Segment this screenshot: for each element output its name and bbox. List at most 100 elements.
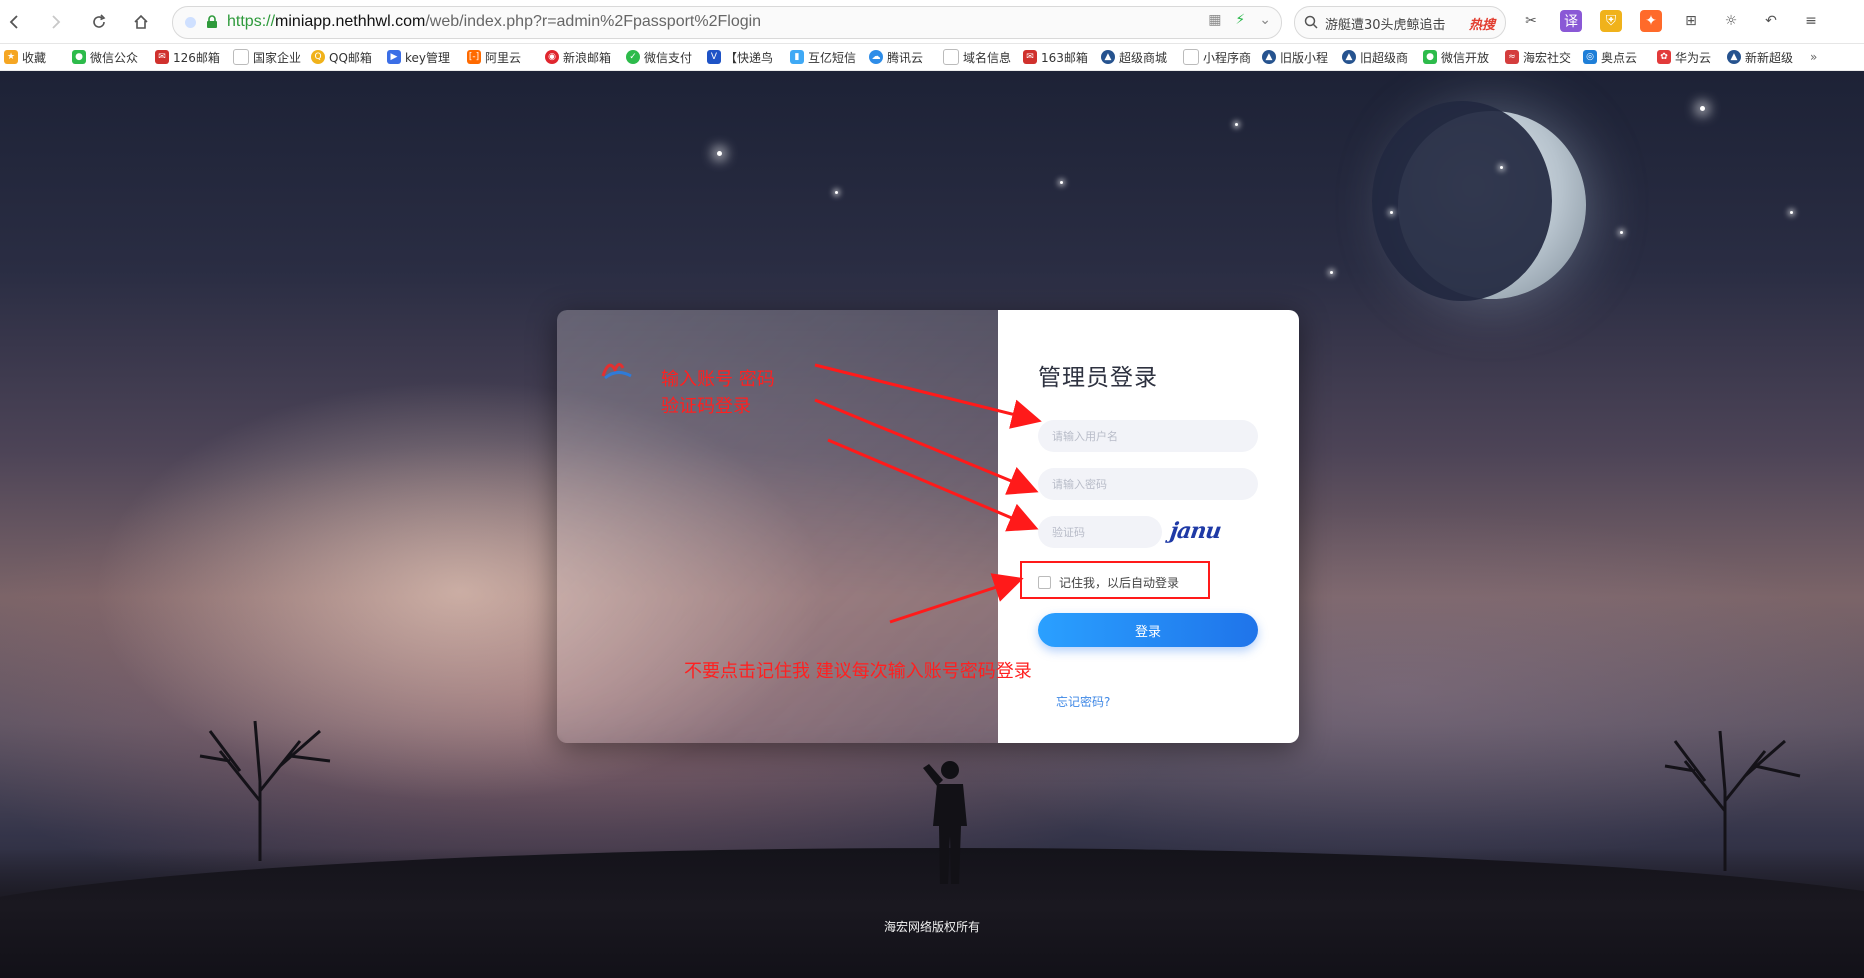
tree-silhouette-right: [1664, 730, 1801, 871]
undo-icon[interactable]: ↶: [1760, 10, 1782, 32]
star-decoration: [835, 191, 838, 194]
lock-icon: [207, 15, 217, 28]
annotation-hint-line1: 输入账号 密码: [661, 369, 775, 390]
bookmark-item[interactable]: ✉ 163邮箱: [1023, 48, 1088, 66]
mail-icon: ✉: [1023, 50, 1037, 64]
shield-icon[interactable]: ⛨: [1600, 10, 1622, 32]
star-decoration: [1330, 271, 1333, 274]
footer-copyright: 海宏网络版权所有: [883, 920, 980, 934]
bookmarks-more-button[interactable]: »: [1810, 48, 1817, 66]
browser-toolbar: https://miniapp.nethhwl.com/web/index.ph…: [0, 0, 1864, 44]
bookmark-item[interactable]: ☁ 腾讯云: [869, 48, 923, 66]
shop-icon: ▲: [1342, 50, 1356, 64]
bookmark-item[interactable]: Q QQ邮箱: [311, 48, 372, 66]
bookmark-item[interactable]: ▶ key管理: [387, 48, 450, 66]
bookmark-item[interactable]: ▲ 新新超级: [1727, 48, 1793, 66]
home-icon[interactable]: [130, 11, 152, 33]
annotation-highlight-box: [1020, 561, 1210, 599]
password-input[interactable]: [1038, 468, 1258, 500]
qq-icon: Q: [311, 50, 325, 64]
login-title: 管理员登录: [1038, 365, 1158, 391]
bookmark-item[interactable]: [-] 阿里云: [467, 48, 521, 66]
page-icon: [1183, 49, 1199, 65]
menu-icon[interactable]: ≡: [1800, 10, 1822, 32]
bookmark-item[interactable]: ● 微信开放: [1423, 48, 1489, 66]
star-decoration: [1790, 211, 1793, 214]
annotation-warning: 不要点击记住我 建议每次输入账号密码登录: [684, 661, 1032, 682]
url-text[interactable]: https://miniapp.nethhwl.com/web/index.ph…: [227, 13, 761, 31]
bookmarks-bar: ★ 收藏 ● 微信公众 ✉ 126邮箱 国家企业 Q QQ邮箱 ▶ key管理 [-] 阿里…: [0, 44, 1864, 71]
bookmark-item[interactable]: ▲ 旧超级商: [1342, 48, 1408, 66]
bookmark-item[interactable]: ▮ 互亿短信: [790, 48, 856, 66]
qr-code-icon[interactable]: ▦: [1208, 12, 1221, 28]
shop-icon: ▲: [1101, 50, 1115, 64]
aliyun-icon: [-]: [467, 50, 481, 64]
person-silhouette: [923, 761, 967, 884]
star-decoration: [717, 151, 722, 156]
bookmark-item[interactable]: ≈ 海宏社交: [1505, 48, 1571, 66]
weibo-icon: ◉: [545, 50, 559, 64]
bookmark-item[interactable]: ◎ 奥点云: [1583, 48, 1637, 66]
bookmark-item[interactable]: ◉ 新浪邮箱: [545, 48, 611, 66]
star-decoration: [1620, 231, 1623, 234]
star-decoration: [1700, 106, 1705, 111]
bookmark-item[interactable]: ● 微信公众: [72, 48, 138, 66]
chevron-down-icon[interactable]: ⌄: [1259, 12, 1271, 28]
back-icon[interactable]: [4, 11, 26, 33]
wechat-icon: ●: [1423, 50, 1437, 64]
moon-shadow: [1372, 101, 1552, 301]
reload-icon[interactable]: [88, 11, 110, 33]
apps-grid-icon[interactable]: ⊞: [1680, 10, 1702, 32]
bookmark-item[interactable]: V 【快递鸟: [707, 48, 773, 66]
bookmark-item[interactable]: ✉ 126邮箱: [155, 48, 220, 66]
username-input[interactable]: [1038, 420, 1258, 452]
bookmark-item[interactable]: ▲ 超级商城: [1101, 48, 1167, 66]
cloud-icon: ◎: [1583, 50, 1597, 64]
huawei-icon: ✿: [1657, 50, 1671, 64]
speed-mode-icon[interactable]: ⚡: [1235, 12, 1245, 28]
translate-icon[interactable]: 译: [1560, 10, 1582, 32]
search-suggestion[interactable]: 游艇遭30头虎鲸追击: [1325, 14, 1447, 33]
captcha-input[interactable]: [1038, 516, 1162, 548]
site-info-icon[interactable]: [185, 17, 196, 28]
game-icon[interactable]: ✦: [1640, 10, 1662, 32]
key-icon: ▶: [387, 50, 401, 64]
forward-icon[interactable]: [44, 11, 66, 33]
star-decoration: [1500, 166, 1503, 169]
login-page-background: 管理员登录 janu 记住我，以后自动登录 登录 忘记密码? 海宏网络版权所有: [0, 71, 1864, 978]
bookmark-item[interactable]: ✓ 微信支付: [626, 48, 692, 66]
scissors-icon[interactable]: ✂: [1520, 10, 1542, 32]
captcha-image[interactable]: janu: [1168, 518, 1222, 548]
star-icon: ★: [4, 50, 18, 64]
bookmark-item[interactable]: ✿ 华为云: [1657, 48, 1711, 66]
hot-search-badge: 热搜: [1468, 18, 1495, 33]
brand-logo-icon: [601, 363, 632, 380]
page-icon: [943, 49, 959, 65]
tree-silhouette-left: [199, 720, 331, 861]
wechat-icon: ●: [72, 50, 86, 64]
page-icon: [233, 49, 249, 65]
annotation-hint-line2: 验证码登录: [661, 396, 751, 417]
bookmark-item[interactable]: ▲ 旧版小程: [1262, 48, 1328, 66]
address-bar[interactable]: https://miniapp.nethhwl.com/web/index.ph…: [172, 6, 1282, 39]
bookmark-item[interactable]: 小程序商: [1183, 48, 1251, 66]
star-decoration: [1390, 211, 1393, 214]
search-box[interactable]: 游艇遭30头虎鲸追击 热搜: [1294, 6, 1506, 39]
brightness-icon[interactable]: ☼: [1720, 10, 1742, 32]
haihong-icon: ≈: [1505, 50, 1519, 64]
forgot-password-link[interactable]: 忘记密码?: [1056, 693, 1110, 710]
mail-icon: ✉: [155, 50, 169, 64]
miniapp-icon: ▲: [1262, 50, 1276, 64]
bookmark-item[interactable]: 国家企业: [233, 48, 301, 66]
login-form: 管理员登录 janu 记住我，以后自动登录 登录 忘记密码?: [998, 310, 1299, 743]
star-decoration: [1235, 123, 1238, 126]
tencent-cloud-icon: ☁: [869, 50, 883, 64]
wechat-pay-icon: ✓: [626, 50, 640, 64]
bookmark-item[interactable]: 域名信息: [943, 48, 1011, 66]
login-button[interactable]: 登录: [1038, 613, 1258, 647]
shop-icon: ▲: [1727, 50, 1741, 64]
star-decoration: [1060, 181, 1063, 184]
kdniao-icon: V: [707, 50, 721, 64]
bookmark-item[interactable]: ★ 收藏: [4, 48, 46, 66]
search-icon: [1304, 15, 1318, 29]
